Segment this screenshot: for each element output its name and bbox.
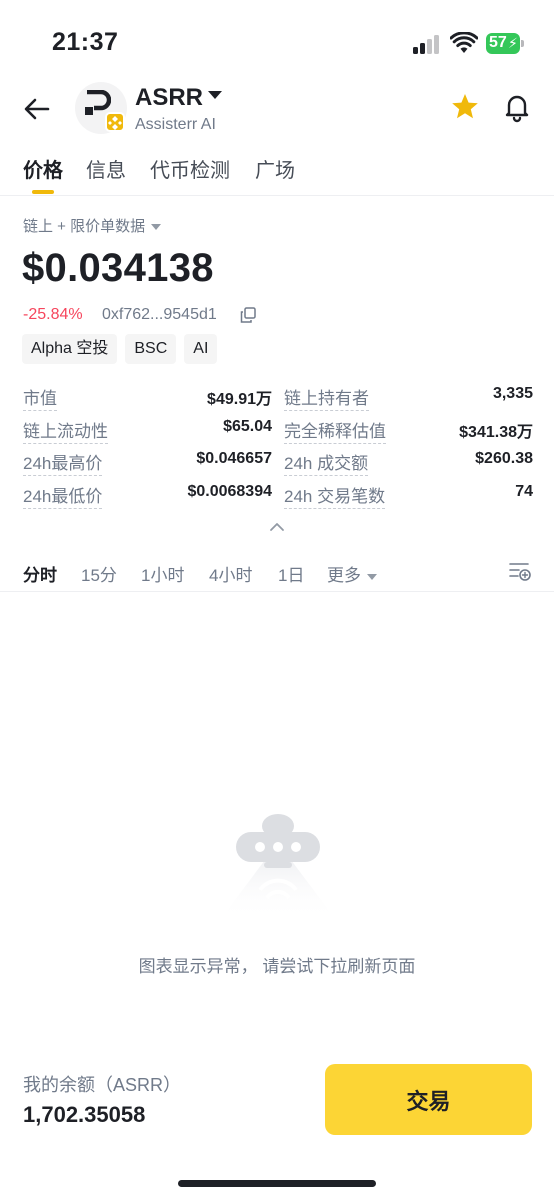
stat-row: 市值 $49.91万 链上持有者 3,335 (23, 380, 533, 413)
tab-info[interactable]: 信息 (86, 154, 126, 183)
balance-label: 我的余额（ASRR） (23, 1075, 182, 1095)
stat-value-market-cap: $49.91万 (207, 391, 272, 408)
stat-row: 24h最低价 $0.0068394 24h 交易笔数 74 (23, 478, 533, 511)
current-price: $0.034138 (22, 246, 214, 290)
stat-label-24h-trades[interactable]: 24h 交易笔数 (284, 482, 386, 509)
cellular-signal-icon (413, 34, 443, 54)
timeframe-1h[interactable]: 1小时 (141, 561, 184, 586)
tag-category[interactable]: AI (184, 334, 218, 364)
back-arrow-icon (24, 98, 50, 120)
tag-alpha-airdrop[interactable]: Alpha 空投 (22, 334, 118, 364)
chart-settings-button[interactable] (508, 560, 532, 582)
stat-value-fdv: $341.38万 (459, 423, 533, 441)
status-time: 21:37 (52, 28, 119, 56)
timeframe-line[interactable]: 分时 (23, 561, 57, 586)
stat-label-market-cap[interactable]: 市值 (23, 384, 57, 411)
market-stats: 市值 $49.91万 链上持有者 3,335 链上流动性 $65.04 完全稀释… (23, 380, 533, 510)
timeframe-4h[interactable]: 4小时 (209, 561, 252, 586)
tab-price[interactable]: 价格 (23, 154, 63, 183)
token-header: ASRR Assisterr AI (0, 80, 554, 142)
token-tags: Alpha 空投 BSC AI (22, 334, 218, 364)
trade-button[interactable]: 交易 (325, 1064, 532, 1135)
stat-value-holders: 3,335 (492, 385, 533, 402)
token-symbol[interactable]: ASRR (135, 84, 203, 112)
data-source-label: 链上 + 限价单数据 (23, 218, 146, 235)
stat-label-24h-high[interactable]: 24h最高价 (23, 449, 103, 476)
stat-value-24h-high: $0.046657 (196, 450, 272, 467)
stat-label-liquidity[interactable]: 链上流动性 (23, 417, 108, 444)
collapse-stats-button[interactable] (268, 520, 286, 534)
data-source-selector[interactable]: 链上 + 限价单数据 (23, 215, 162, 236)
star-icon (452, 94, 478, 119)
wifi-icon (449, 31, 479, 54)
stat-row: 24h最高价 $0.046657 24h 成交额 $260.38 (23, 445, 533, 478)
stat-value-liquidity: $65.04 (223, 417, 272, 435)
chart-settings-icon (509, 563, 531, 581)
stat-value-24h-trades: 74 (515, 482, 533, 500)
home-indicator[interactable] (178, 1180, 376, 1187)
tag-chain[interactable]: BSC (125, 334, 177, 364)
tab-token-check[interactable]: 代币检测 (150, 154, 230, 183)
balance-value: 1,702.35058 (23, 1102, 146, 1127)
stat-label-24h-low[interactable]: 24h最低价 (23, 482, 103, 509)
timeframe-1d[interactable]: 1日 (278, 561, 304, 586)
battery-icon: 57 ⚡ (486, 33, 524, 54)
stat-label-holders[interactable]: 链上持有者 (284, 384, 369, 411)
stat-row: 链上流动性 $65.04 完全稀释估值 $341.38万 (23, 413, 533, 446)
tab-square[interactable]: 广场 (255, 154, 295, 183)
token-full-name: Assisterr AI (135, 116, 216, 133)
stat-label-24h-volume[interactable]: 24h 成交额 (284, 449, 369, 476)
favorite-star-button[interactable] (448, 90, 482, 124)
token-logo (75, 82, 127, 134)
bsc-chain-icon (105, 112, 125, 132)
battery-nub (521, 40, 524, 47)
timeframe-more-label: 更多 (327, 566, 361, 585)
alert-bell-button[interactable] (500, 90, 534, 124)
token-switch-caret-icon[interactable] (208, 91, 222, 99)
stat-value-24h-low: $0.0068394 (187, 482, 272, 500)
contract-address: 0xf762...9545d1 (102, 306, 217, 323)
main-tabs: 价格 信息 代币检测 广场 (0, 150, 554, 196)
charging-bolt-icon: ⚡ (508, 35, 518, 51)
battery-level: 57 (489, 34, 507, 51)
back-button[interactable] (20, 92, 54, 126)
bell-icon (505, 95, 529, 123)
chart-error-message: 图表显示异常， 请尝试下拉刷新页面 (138, 957, 416, 976)
chevron-down-icon (367, 573, 377, 580)
copy-icon[interactable] (240, 307, 256, 323)
stat-value-24h-volume: $260.38 (475, 450, 533, 467)
chevron-up-icon (270, 523, 284, 531)
active-tab-indicator (32, 190, 54, 194)
stat-label-fdv[interactable]: 完全稀释估值 (284, 417, 386, 444)
timeframe-15m[interactable]: 15分 (81, 561, 117, 586)
price-change: -25.84% (23, 306, 83, 323)
status-bar: 21:37 57 ⚡ (0, 0, 554, 80)
chart-error-illustration (210, 810, 346, 920)
timeframe-more[interactable]: 更多 (327, 561, 377, 586)
chart-timeframe-bar: 分时 15分 1小时 4小时 1日 更多 (0, 556, 554, 592)
chevron-down-icon (151, 224, 162, 231)
